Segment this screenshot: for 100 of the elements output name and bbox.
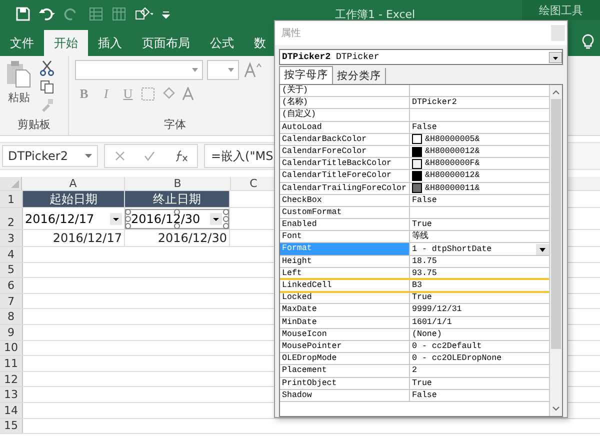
property-name[interactable]: Height (280, 256, 410, 267)
object-dropdown[interactable]: DTPicker2 DTPicker (279, 49, 563, 65)
property-name[interactable]: CalendarTitleForeColor (280, 170, 410, 182)
property-name[interactable]: MinDate (280, 316, 410, 328)
property-value[interactable]: 0 - cc2OLEDropNone (412, 353, 502, 364)
row-header[interactable]: 4 (0, 247, 23, 262)
column-header[interactable]: B (125, 177, 231, 190)
context-tab[interactable]: 绘图工具 (522, 0, 600, 20)
property-value[interactable]: B3 (412, 280, 422, 292)
property-name[interactable]: CalendarTitleBackColor (280, 158, 410, 170)
row-header[interactable]: 5 (0, 262, 23, 278)
property-name[interactable]: (名称) (280, 97, 410, 108)
row-header[interactable]: 7 (0, 294, 23, 308)
property-name[interactable]: MousePointer (280, 340, 410, 352)
border-icon[interactable] (141, 87, 157, 101)
name-box[interactable]: DTPicker2 (2, 145, 98, 167)
property-name[interactable]: Enabled (280, 219, 410, 230)
ribbon-tab[interactable]: 开始 (44, 30, 88, 56)
row-header[interactable]: 1 (0, 191, 23, 207)
select-all-icon[interactable] (11, 180, 19, 188)
row-header[interactable]: 11 (0, 356, 23, 371)
property-value[interactable]: 93.75 (412, 268, 437, 279)
property-value[interactable]: DTPicker2 (412, 97, 457, 108)
scroll-down-icon[interactable] (551, 405, 561, 413)
lightbulb-icon[interactable] (582, 34, 594, 50)
property-name[interactable]: CalendarBackColor (280, 134, 410, 145)
ribbon-tab[interactable]: 文件 (0, 30, 44, 56)
row-header[interactable]: 13 (0, 387, 23, 402)
property-name[interactable]: MouseIcon (280, 328, 410, 340)
check-icon[interactable] (144, 151, 154, 161)
copy-icon[interactable] (40, 80, 54, 94)
property-value[interactable]: 2 (412, 365, 417, 376)
property-name[interactable]: (关于) (280, 85, 410, 96)
property-name[interactable]: Locked (280, 292, 410, 304)
property-name[interactable]: CheckBox (280, 194, 410, 206)
property-name[interactable]: CustomFormat (280, 206, 410, 218)
property-name[interactable]: (自定义) (280, 109, 410, 121)
row-header[interactable]: 3 (0, 230, 23, 246)
table-icon[interactable] (112, 7, 126, 21)
ribbon-tab[interactable]: 数 (244, 30, 276, 56)
property-value[interactable]: True (412, 378, 432, 389)
table-cell: 起始日期 (50, 190, 98, 208)
property-value[interactable]: &H80000011& (425, 182, 480, 194)
font-name-field[interactable] (75, 60, 203, 80)
row-header[interactable]: 10 (0, 340, 23, 356)
property-value[interactable]: False (412, 390, 437, 401)
property-value[interactable]: False (412, 194, 437, 206)
ribbon-tab[interactable]: 公式 (200, 30, 244, 56)
fill-color-icon[interactable] (161, 87, 177, 101)
property-name[interactable]: PrintObject (280, 378, 410, 389)
ribbon-tab[interactable]: 插入 (88, 30, 132, 56)
row-header[interactable]: 14 (0, 402, 23, 418)
property-value[interactable]: &H80000012& (425, 146, 480, 158)
property-value[interactable]: &H80000005& (425, 134, 480, 145)
property-value[interactable]: True (412, 219, 432, 230)
date-picker[interactable]: 2016/12/30 (125, 208, 229, 228)
ribbon-tab[interactable]: 页面布局 (132, 30, 200, 56)
property-value[interactable]: &H8000000F& (425, 158, 480, 170)
paste-icon[interactable] (6, 60, 32, 88)
row-header[interactable]: 6 (0, 278, 23, 293)
customize-icon[interactable] (162, 9, 170, 19)
cancel-icon[interactable] (114, 151, 124, 161)
row-header[interactable]: 15 (0, 418, 23, 434)
font-size-field[interactable] (207, 60, 239, 80)
dialog-tab[interactable]: 按字母序 (279, 66, 333, 84)
caret-icon[interactable] (549, 52, 562, 62)
property-name[interactable]: CalendarForeColor (280, 146, 410, 158)
row-header[interactable]: 8 (0, 309, 23, 324)
row-header[interactable]: 2 (0, 208, 23, 229)
property-value[interactable]: True (412, 292, 432, 304)
property-value[interactable]: 0 - cc2Default (412, 341, 482, 352)
property-name[interactable]: Shadow (280, 390, 410, 401)
shapes-icon[interactable] (135, 7, 153, 21)
scissors-icon[interactable] (40, 60, 54, 76)
scroll-thumb[interactable] (551, 99, 561, 349)
property-name[interactable]: Placement (280, 365, 410, 376)
row-header[interactable]: 9 (0, 324, 23, 340)
property-value[interactable]: 18.75 (412, 256, 437, 267)
undo-icon[interactable] (39, 7, 55, 21)
property-name[interactable]: LinkedCell (280, 280, 410, 292)
property-value[interactable]: 1601/1/1 (412, 316, 452, 328)
property-value[interactable]: 9999/12/31 (412, 304, 462, 316)
row-header[interactable]: 12 (0, 372, 23, 386)
property-value[interactable]: 1 - dtpShortDate (412, 244, 492, 255)
table-icon[interactable] (89, 7, 103, 21)
property-value[interactable]: False (412, 122, 437, 133)
font-color-icon[interactable] (181, 87, 195, 101)
property-name[interactable]: OLEDropMode (280, 353, 410, 364)
property-name[interactable]: CalendarTrailingForeColor (280, 182, 410, 194)
column-header[interactable]: A (22, 177, 125, 190)
property-name[interactable]: AutoLoad (280, 122, 410, 133)
property-value[interactable]: &H80000012& (425, 170, 480, 182)
property-value[interactable]: 等线 (412, 231, 428, 242)
property-name[interactable]: Left (280, 268, 410, 279)
property-name[interactable]: Font (280, 231, 410, 242)
scroll-up-icon[interactable] (551, 88, 561, 96)
function-icon[interactable] (174, 150, 188, 162)
property-name[interactable]: MaxDate (280, 304, 410, 316)
property-value[interactable]: (None) (412, 328, 442, 340)
save-icon[interactable] (16, 7, 30, 21)
